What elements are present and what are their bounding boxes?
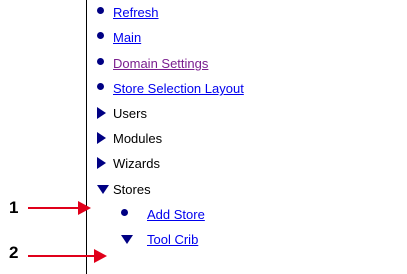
- add-store-link[interactable]: Add Store: [147, 207, 205, 223]
- nav-item-stores[interactable]: Stores: [97, 182, 151, 198]
- bullet-icon: [97, 83, 104, 90]
- expand-arrow-icon[interactable]: [97, 132, 106, 144]
- nav-item-modules[interactable]: Modules: [97, 131, 162, 147]
- nav-item-users[interactable]: Users: [97, 106, 147, 122]
- bullet-icon: [97, 32, 104, 39]
- expand-arrow-icon[interactable]: [97, 107, 106, 119]
- nav-item-main[interactable]: Main: [97, 30, 141, 46]
- store-selection-layout-link[interactable]: Store Selection Layout: [113, 81, 244, 97]
- callout-1-arrow-line: [28, 207, 80, 209]
- callout-number-2: 2: [9, 243, 19, 262]
- stores-folder-label[interactable]: Stores: [113, 182, 151, 198]
- nav-item-tool-crib[interactable]: Tool Crib: [121, 232, 198, 248]
- callout-number-1: 1: [9, 198, 19, 217]
- callout-2-arrow-line: [28, 255, 96, 257]
- nav-item-wizards[interactable]: Wizards: [97, 156, 160, 172]
- bullet-icon: [97, 58, 104, 65]
- callout-1-arrow-head-icon: [78, 201, 91, 215]
- collapse-arrow-icon[interactable]: [97, 185, 109, 194]
- nav-item-add-store[interactable]: Add Store: [121, 207, 205, 223]
- bullet-icon: [121, 209, 128, 216]
- main-link[interactable]: Main: [113, 30, 141, 46]
- refresh-link[interactable]: Refresh: [113, 5, 159, 21]
- wizards-folder-label[interactable]: Wizards: [113, 156, 160, 172]
- modules-folder-label[interactable]: Modules: [113, 131, 162, 147]
- nav-item-domain-settings[interactable]: Domain Settings: [97, 56, 208, 72]
- domain-settings-link[interactable]: Domain Settings: [113, 56, 208, 72]
- nav-item-store-selection-layout[interactable]: Store Selection Layout: [97, 81, 244, 97]
- expand-arrow-icon[interactable]: [97, 157, 106, 169]
- bullet-icon: [97, 7, 104, 14]
- users-folder-label[interactable]: Users: [113, 106, 147, 122]
- collapse-arrow-icon[interactable]: [121, 235, 133, 244]
- navigation-tree-panel: Refresh Main Domain Settings Store Selec…: [86, 0, 407, 274]
- nav-item-refresh[interactable]: Refresh: [97, 5, 159, 21]
- tool-crib-link[interactable]: Tool Crib: [147, 232, 198, 248]
- callout-2-arrow-head-icon: [94, 249, 107, 263]
